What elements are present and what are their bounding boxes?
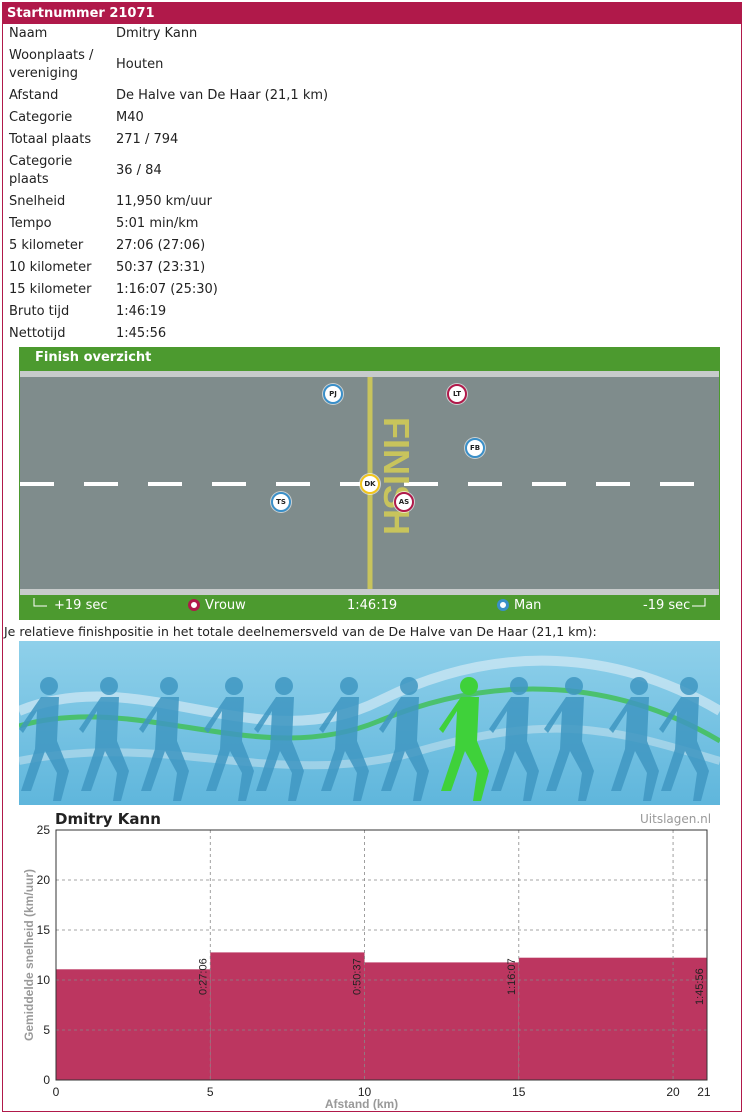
info-label: Nettotijd [9, 326, 66, 341]
split-time-label: 0:50:37 [352, 958, 364, 995]
info-row: 5 kilometer 27:06 (27:06) [6, 235, 331, 257]
info-row: 10 kilometer 50:37 (23:31) [6, 257, 331, 279]
runner-pin-pj[interactable]: PJ [323, 384, 343, 404]
male-dot-icon [497, 599, 509, 611]
info-label: Snelheid [9, 194, 66, 209]
x-axis-label: Afstand (km) [325, 1097, 398, 1110]
info-row: Snelheid 11,950 km/uur [6, 191, 331, 213]
info-value: Dmitry Kann [116, 26, 198, 41]
info-value: 27:06 (27:06) [116, 238, 206, 253]
x-tick-label: 15 [512, 1085, 526, 1099]
runner-pin-ts[interactable]: TS [271, 492, 291, 512]
info-value: 50:37 (23:31) [116, 260, 206, 275]
info-value: M40 [116, 110, 144, 125]
finish-title: Finish overzicht [35, 350, 152, 365]
info-row: Woonplaats / vereniging Houten [6, 45, 331, 85]
info-row: Bruto tijd 1:46:19 [6, 301, 331, 323]
info-label: Woonplaats / vereniging [9, 48, 94, 81]
info-value: 36 / 84 [116, 163, 162, 178]
speed-bar [518, 957, 707, 1080]
time-ahead-label: +19 sec [54, 598, 108, 613]
info-row: Nettotijd 1:45:56 [6, 323, 331, 345]
info-label: Bruto tijd [9, 304, 70, 319]
info-table: Naam Dmitry Kann Woonplaats / vereniging Ho… [6, 23, 331, 345]
info-row: Categorie plaats 36 / 84 [6, 151, 331, 191]
info-value: De Halve van De Haar (21,1 km) [116, 88, 329, 103]
legend-male: Man [497, 598, 541, 613]
speed-chart-plot: 0:27:06 0:50:37 1:16:07 1:45:56 0 5 10 15 20 25 0 5… [22, 823, 711, 1111]
info-label: Categorie [9, 110, 73, 125]
info-label: 10 kilometer [9, 260, 92, 275]
x-tick-label: 5 [207, 1085, 214, 1099]
finish-time-center: 1:46:19 [347, 598, 398, 613]
relative-position-banner [19, 641, 720, 805]
y-axis-label: Gemiddelde snelheid (km/uur) [22, 869, 36, 1041]
x-tick-label: 20 [666, 1085, 680, 1099]
x-tick-label: 0 [53, 1085, 60, 1099]
info-value: Houten [116, 57, 164, 72]
info-value: 1:46:19 [116, 304, 167, 319]
info-value: 1:45:56 [116, 326, 167, 341]
runner-pin-lt[interactable]: LT [447, 384, 467, 404]
info-row: 15 kilometer 1:16:07 (25:30) [6, 279, 331, 301]
info-value: 271 / 794 [116, 132, 179, 147]
info-label: Afstand [9, 88, 59, 103]
y-tick-label: 20 [37, 873, 51, 887]
y-tick-label: 0 [43, 1073, 50, 1087]
info-row: Totaal plaats 271 / 794 [6, 129, 331, 151]
y-tick-label: 10 [37, 973, 51, 987]
y-tick-label: 25 [37, 823, 51, 837]
info-value: 5:01 min/km [116, 216, 199, 231]
runner-pin-as[interactable]: AS [394, 492, 414, 512]
info-label: Totaal plaats [9, 132, 92, 147]
runner-pin-fb[interactable]: FB [465, 438, 485, 458]
x-tick-label: 21 [697, 1085, 711, 1099]
info-label: 15 kilometer [9, 282, 92, 297]
info-row: Tempo 5:01 min/km [6, 213, 331, 235]
y-tick-label: 5 [43, 1023, 50, 1037]
card-header: Startnummer 21071 [3, 3, 741, 24]
speed-bar [210, 952, 365, 1080]
time-behind-label: -19 sec [643, 598, 691, 613]
relative-position-label: Je relatieve finishpositie in het totale… [4, 624, 597, 639]
speed-bar [56, 969, 211, 1080]
info-value: 11,950 km/uur [116, 194, 213, 209]
info-label: 5 kilometer [9, 238, 84, 253]
chart-title: Dmitry Kann [55, 810, 161, 828]
info-row: Categorie M40 [6, 107, 331, 129]
runners-illustration [19, 641, 720, 805]
split-time-label: 1:16:07 [506, 958, 518, 995]
info-label: Categorie plaats [9, 154, 73, 187]
split-time-label: 1:45:56 [694, 968, 706, 1005]
info-value: 1:16:07 (25:30) [116, 282, 218, 297]
finish-word: FINISH [376, 417, 417, 535]
y-tick-label: 15 [37, 923, 51, 937]
info-label: Tempo [9, 216, 52, 231]
finish-footer: +19 sec Vrouw 1:46:19 Man -19 sec [19, 596, 720, 616]
chart-credit: Uitslagen.nl [640, 812, 712, 826]
info-label: Naam [9, 26, 48, 41]
legend-female: Vrouw [188, 598, 246, 613]
split-time-label: 0:27:06 [197, 958, 209, 995]
info-row: Naam Dmitry Kann [6, 23, 331, 45]
speed-chart: Dmitry Kann Uitslagen.nl 0:27:06 0:50:37 1… [6, 808, 736, 1111]
finish-overview: Finish overzicht FINISH PJ LT FB DK TS AS +19… [19, 347, 720, 620]
runner-pin-dk[interactable]: DK [360, 474, 380, 494]
info-row: Afstand De Halve van De Haar (21,1 km) [6, 85, 331, 107]
female-dot-icon [188, 599, 200, 611]
